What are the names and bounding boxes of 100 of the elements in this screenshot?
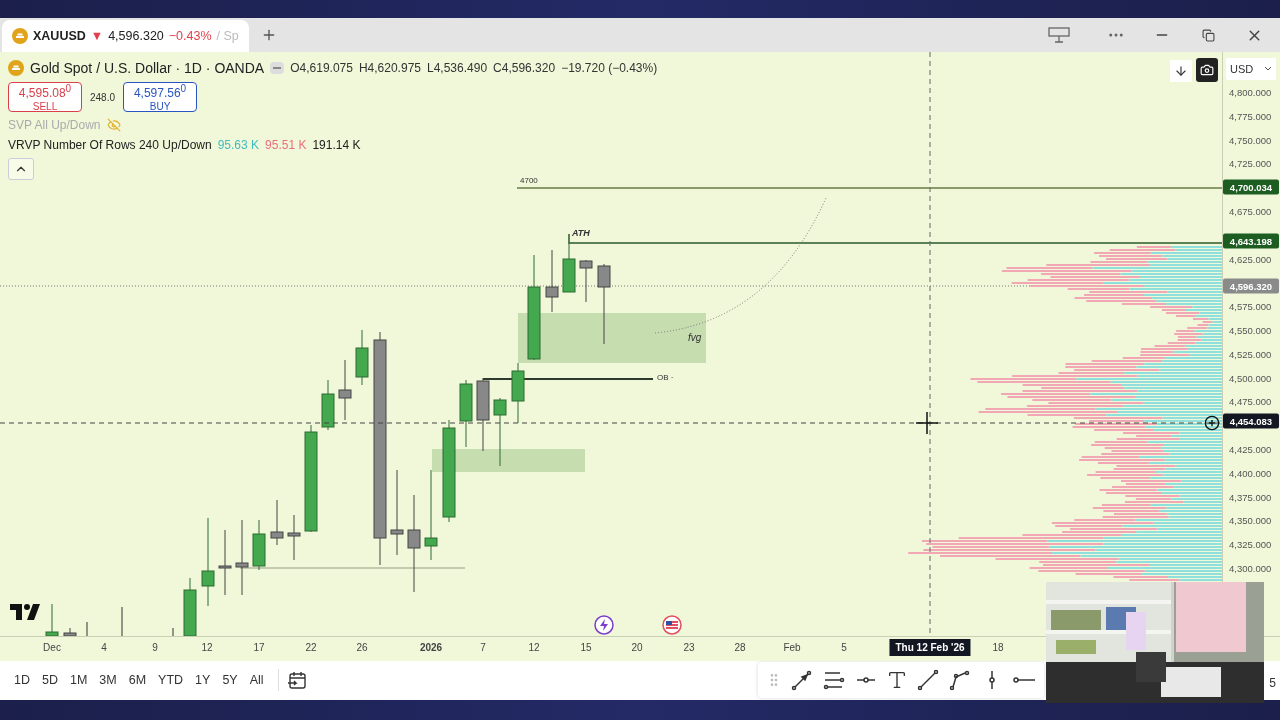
- time-tick: 9: [152, 642, 158, 653]
- camera-icon: [1200, 63, 1214, 77]
- price-badge: 4,596.320: [1223, 278, 1279, 294]
- snapshot-button[interactable]: [1196, 58, 1218, 82]
- tag-label: ATH: [572, 228, 590, 238]
- candle-wick: [121, 606, 123, 636]
- cut-label: 5: [1269, 676, 1276, 690]
- price-tick: 4,800.000: [1229, 86, 1272, 98]
- candle: [270, 499, 284, 546]
- time-tick: 2026: [419, 642, 443, 653]
- level-label: OB ·: [657, 373, 674, 382]
- zone-label: fvg: [688, 332, 702, 343]
- time-tick: 4: [101, 642, 107, 653]
- price-badge: 4,643.198: [1223, 233, 1279, 249]
- spread-value: 248.0: [90, 91, 116, 103]
- trend-arrow-icon[interactable]: [790, 668, 814, 693]
- range-button[interactable]: 3M: [93, 669, 123, 692]
- candle: [338, 359, 352, 421]
- collapse-button[interactable]: [8, 158, 34, 180]
- candle: [511, 362, 525, 424]
- time-tick: Feb: [783, 642, 801, 653]
- symbol-title: Gold Spot / U.S. Dollar · 1D · OANDA: [30, 60, 265, 76]
- ohlc-value: O4,619.075: [290, 61, 353, 75]
- indicator-value: 95.51 K: [265, 138, 307, 152]
- buy-button[interactable]: 4,597.56$^{0}$ BUY: [123, 82, 198, 112]
- coin-icon: [8, 60, 24, 76]
- price-badge: 4,454.083: [1223, 413, 1279, 429]
- range-button[interactable]: 1M: [63, 669, 94, 692]
- indicator-value: 191.14 K: [312, 138, 361, 152]
- indicator-name[interactable]: VRVP Number Of Rows 240 Up/Down: [8, 138, 212, 152]
- change-value: −19.720 (−0.43%): [561, 61, 658, 75]
- price-tick: 4,525.000: [1229, 348, 1272, 360]
- add-alert-icon[interactable]: [1204, 415, 1220, 431]
- price-tick: 4,350.000: [1229, 514, 1272, 526]
- layout-icon[interactable]: [1048, 27, 1070, 43]
- lightning-icon[interactable]: [594, 615, 614, 635]
- candle: [321, 379, 335, 431]
- price-tick: 4,500.000: [1229, 372, 1272, 384]
- candle: [545, 249, 559, 313]
- price-tick: 4,775.000: [1229, 110, 1272, 122]
- range-button[interactable]: 1D: [8, 669, 36, 692]
- currency-dropdown[interactable]: USD: [1226, 58, 1276, 80]
- calendar-icon[interactable]: [286, 670, 307, 691]
- time-tick: 23: [683, 642, 695, 653]
- crosshair-cursor: [915, 411, 939, 435]
- ohlc-value: H4,620.975: [358, 61, 421, 75]
- range-button[interactable]: 5Y: [216, 669, 244, 692]
- level-label: 4700: [520, 176, 538, 185]
- symbol-tab[interactable]: XAUUSD ▼ 4,596.320 −0.43% / Sp: [2, 20, 249, 52]
- sell-button[interactable]: 4,595.08$^{0}$ SELL: [8, 82, 82, 112]
- indicator-value: 95.63 K: [217, 138, 260, 152]
- price-tick: 4,300.000: [1229, 562, 1272, 574]
- time-tick: 15: [580, 642, 592, 653]
- flag-icon[interactable]: [662, 615, 682, 635]
- time-tick: 17: [253, 642, 265, 653]
- candle: [355, 329, 369, 386]
- download-button[interactable]: [1170, 60, 1192, 82]
- price-tick: 4,375.000: [1229, 491, 1272, 503]
- candle: [459, 379, 473, 448]
- candle: [562, 242, 576, 293]
- time-tick: 5: [841, 642, 847, 653]
- range-button[interactable]: 1Y: [189, 669, 217, 692]
- price-tick: 4,550.000: [1229, 324, 1272, 336]
- candle: [218, 529, 232, 596]
- candle: [287, 514, 301, 561]
- range-button[interactable]: 6M: [122, 669, 153, 692]
- time-tick: 20: [631, 642, 643, 653]
- price-tick: 4,575.000: [1229, 300, 1272, 312]
- time-tick: 7: [480, 642, 486, 653]
- ohlc-value: C4,596.320: [493, 61, 556, 75]
- price-tick: 4,750.000: [1229, 134, 1272, 146]
- range-button[interactable]: 5D: [36, 669, 64, 692]
- candle: [183, 577, 197, 636]
- ohlc-value: L4,536.490: [427, 61, 488, 75]
- path-icon[interactable]: [948, 668, 972, 693]
- crosshair-date: Thu 12 Feb '26: [889, 639, 971, 656]
- price-tick: 4,400.000: [1229, 467, 1272, 479]
- time-tick: 12: [528, 642, 540, 653]
- price-tick: 4,725.000: [1229, 157, 1272, 169]
- trend-line-icon[interactable]: [916, 668, 940, 693]
- price-tick: 4,625.000: [1229, 253, 1272, 265]
- restore-icon[interactable]: [1201, 28, 1215, 42]
- candle: [252, 519, 266, 571]
- time-tick: 26: [356, 642, 368, 653]
- minus-icon[interactable]: [270, 62, 285, 74]
- price-tick: 4,475.000: [1229, 395, 1272, 407]
- caret-icon: [1264, 66, 1272, 72]
- range-button[interactable]: YTD: [152, 669, 190, 692]
- candle-wick: [86, 621, 88, 636]
- candle: [45, 603, 59, 636]
- candle: [493, 397, 507, 467]
- price-badge: 4,700.034: [1223, 179, 1279, 195]
- time-tick: 18: [992, 642, 1004, 653]
- candle-wick: [172, 627, 174, 636]
- range-button[interactable]: All: [243, 669, 270, 692]
- time-tick: 22: [305, 642, 317, 653]
- time-tick: 12: [201, 642, 213, 653]
- time-tick: 28: [734, 642, 746, 653]
- coin-icon: [12, 28, 28, 44]
- price-tick: 4,425.000: [1229, 443, 1272, 455]
